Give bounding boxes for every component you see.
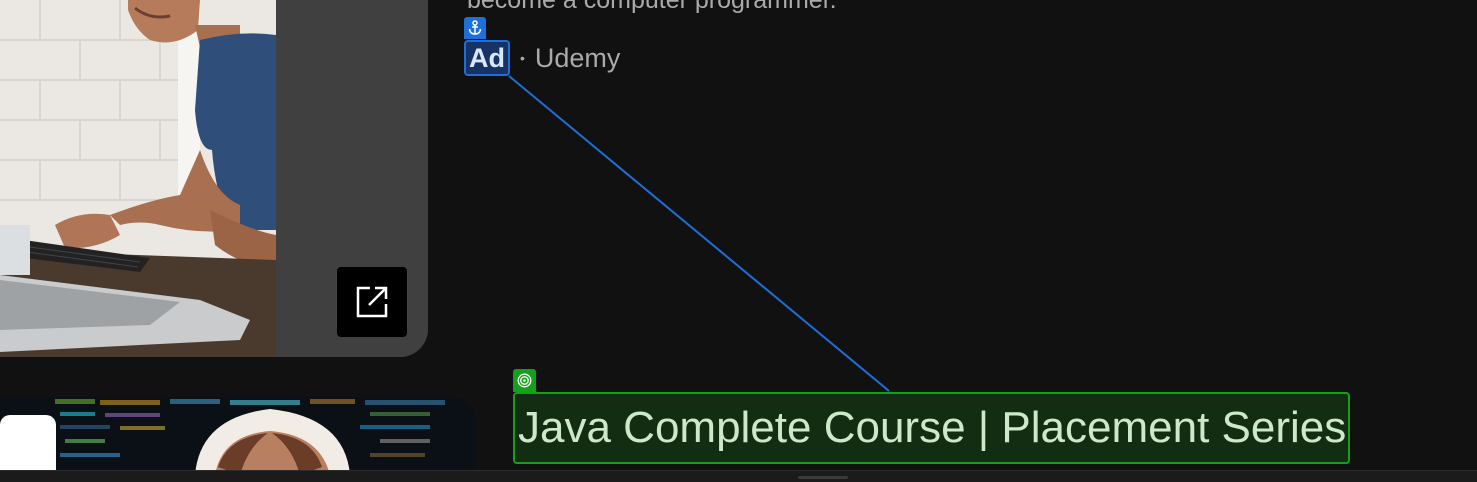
scroll-handle[interactable] [798, 476, 848, 479]
advertiser-name[interactable]: Udemy [535, 43, 621, 74]
ad-meta: Ad • Udemy [464, 40, 620, 76]
video-title-link[interactable]: Java Complete Course | Placement Series [513, 392, 1351, 464]
bottom-bar [0, 470, 1477, 482]
video-thumbnail-image [0, 397, 476, 475]
ad-thumbnail-image [0, 0, 276, 357]
open-external-button[interactable] [337, 267, 407, 337]
page-root: become a computer programmer. Ad • Udemy [0, 0, 1477, 482]
meta-separator: • [520, 50, 525, 66]
ad-description: become a computer programmer. [467, 0, 837, 14]
target-marker [513, 369, 536, 392]
open-in-new-icon [356, 286, 388, 318]
ad-card[interactable] [0, 0, 428, 357]
ad-badge[interactable]: Ad [464, 40, 510, 76]
target-icon [517, 373, 532, 388]
anchor-icon [468, 20, 482, 35]
video-thumbnail[interactable] [0, 397, 476, 475]
ad-thumbnail[interactable] [0, 0, 276, 357]
anchor-marker [464, 17, 486, 39]
